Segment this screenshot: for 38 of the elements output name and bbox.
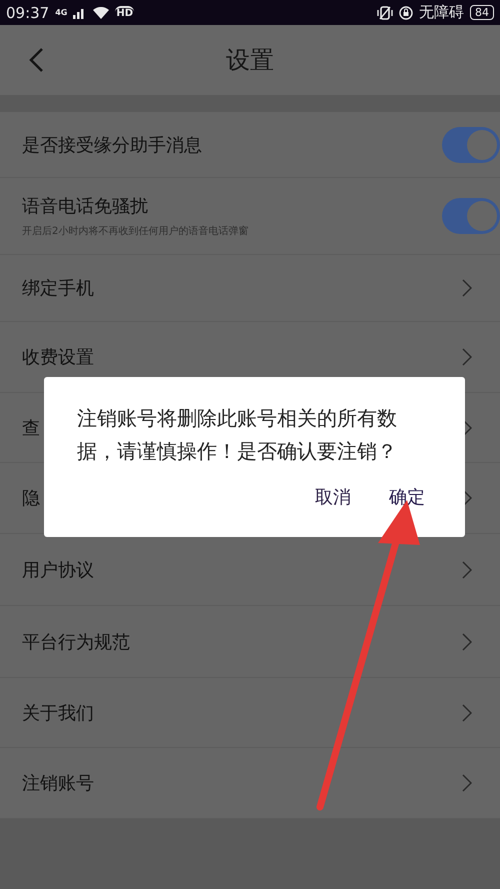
clock: 09:37 (6, 4, 50, 22)
row-label: 注销账号 (22, 772, 94, 795)
network-type: 4G (55, 8, 68, 17)
toggle-switch[interactable] (442, 198, 500, 234)
settings-row[interactable]: 用户协议 (0, 534, 500, 606)
row-label: 查 (22, 416, 40, 440)
battery-level: 84 (470, 5, 494, 20)
row-label: 关于我们 (22, 702, 94, 724)
row-label: 平台行为规范 (22, 630, 130, 654)
row-label: 语音电话免骚扰 (22, 195, 148, 218)
chevron-right-icon (462, 348, 472, 366)
row-subtitle: 开启后2小时内将不再收到任何用户的语音电话弹窗 (22, 224, 250, 238)
row-label: 收费设置 (22, 346, 94, 369)
vibrate-icon (377, 6, 393, 20)
wifi-icon (93, 6, 110, 18)
chevron-right-icon (462, 774, 472, 792)
cancel-button[interactable]: 取消 (315, 485, 351, 509)
settings-row[interactable]: 绑定手机 (0, 255, 500, 322)
page-title: 设置 (226, 45, 274, 76)
chevron-right-icon (462, 632, 472, 650)
chevron-right-icon (462, 560, 472, 578)
dialog-message: 注销账号将删除此账号相关的所有数据，请谨慎操作！是否确认要注销？ (77, 405, 398, 465)
lock-icon (399, 6, 413, 20)
chevron-right-icon (462, 279, 472, 297)
row-label: 绑定手机 (22, 277, 94, 300)
row-label: 是否接受缘分助手消息 (22, 134, 202, 156)
toggle-switch[interactable] (442, 126, 500, 162)
row-label: 隐 (22, 487, 40, 510)
settings-row[interactable]: 语音电话免骚扰 开启后2小时内将不再收到任何用户的语音电话弹窗 (0, 178, 500, 255)
accessibility-label: 无障碍 (419, 3, 464, 22)
row-label: 用户协议 (22, 558, 94, 582)
hd-badge: HD (115, 6, 134, 19)
settings-row[interactable]: 关于我们 (0, 678, 500, 748)
confirm-button[interactable]: 确定 (389, 485, 425, 509)
settings-row[interactable]: 是否接受缘分助手消息 (0, 112, 500, 178)
chevron-right-icon (462, 704, 472, 722)
settings-row[interactable]: 注销账号 (0, 748, 500, 819)
settings-row[interactable]: 平台行为规范 (0, 606, 500, 678)
